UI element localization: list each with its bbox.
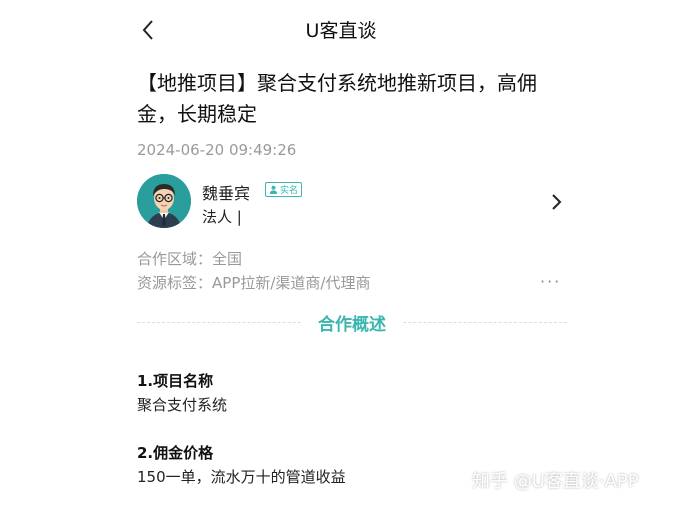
overview-heading-2: 2.佣金价格 (137, 444, 214, 462)
author-role: 法人 | (202, 208, 242, 226)
more-button[interactable]: ··· (540, 272, 561, 291)
verified-badge: 实名 (265, 182, 303, 197)
section-title: 合作概述 (302, 310, 402, 335)
region-label: 合作区域： (137, 250, 213, 268)
tags-label: 资源标签： (137, 274, 213, 292)
chevron-right-icon[interactable] (549, 192, 565, 212)
tags-value: APP拉新/渠道商/代理商 (212, 274, 371, 292)
overview-text-2: 150一单，流水万十的管道收益 (137, 468, 346, 486)
author-name: 魏垂宾 (202, 184, 251, 203)
verified-badge-label: 实名 (280, 186, 299, 196)
nav-bar: U客直谈 (0, 0, 682, 60)
avatar[interactable] (137, 174, 191, 228)
article-timestamp: 2024-06-20 09:49:26 (137, 141, 297, 159)
watermark: 知乎 @U客直谈·APP (472, 471, 639, 492)
author-card[interactable]: 魏垂宾 实名 法人 | (137, 174, 567, 230)
person-icon (269, 185, 278, 194)
overview-heading-1: 1.项目名称 (137, 372, 214, 390)
overview-text-1: 聚合支付系统 (137, 396, 228, 414)
avatar-illustration (137, 174, 191, 228)
region-row: 合作区域：全国 (137, 248, 242, 269)
tags-row: 资源标签：APP拉新/渠道商/代理商 (137, 272, 370, 293)
page-title: U客直谈 (305, 20, 377, 42)
region-value: 全国 (212, 250, 243, 268)
article-title: 【地推项目】聚合支付系统地推新项目，高佣金，长期稳定 (137, 71, 537, 126)
